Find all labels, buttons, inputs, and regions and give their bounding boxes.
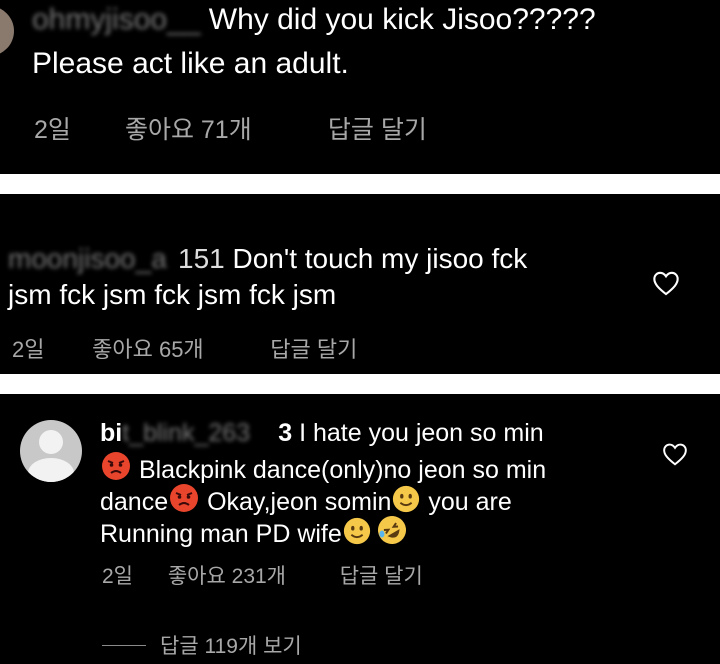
timestamp: 2일 bbox=[34, 116, 71, 144]
comment-3: bit_blink_263 3 I hate you jeon so min Bl… bbox=[0, 394, 720, 664]
avatar[interactable] bbox=[0, 6, 14, 56]
reply-button[interactable]: 답글 달기 bbox=[328, 110, 427, 146]
comment-text: Running man PD wife bbox=[100, 520, 342, 548]
username[interactable]: ohmyjisoo__ bbox=[32, 3, 200, 36]
comment-line-1: ohmyjisoo__ Why did you kick Jisoo????? bbox=[32, 2, 596, 38]
username-hidden[interactable]: moonjisoo_a bbox=[8, 242, 178, 276]
rolling-on-floor-laughing-emoji bbox=[377, 516, 406, 544]
divider bbox=[0, 174, 720, 194]
comment-text: Okay,jeon somin bbox=[200, 488, 392, 516]
comment-line-2: jsm fck jsm fck jsm fck jsm bbox=[8, 279, 337, 310]
likes-count[interactable]: 좋아요 231개 bbox=[168, 560, 334, 590]
comment-text: Why did you kick Jisoo????? bbox=[208, 3, 596, 36]
view-replies[interactable]: 답글 119개 보기 bbox=[102, 630, 302, 660]
timestamp: 2일 bbox=[12, 337, 45, 362]
comment-meta: 2일 좋아요 71개 답글 달기 bbox=[34, 110, 427, 146]
slightly-smiling-face-emoji bbox=[393, 485, 420, 513]
comment-text: I hate you jeon so min bbox=[292, 419, 544, 447]
angry-face-emoji bbox=[170, 484, 199, 512]
replies-divider-line bbox=[102, 644, 146, 646]
heart-icon[interactable] bbox=[652, 270, 680, 296]
comment-2: moonjisoo_a 151 Don't touch my jisoo fck … bbox=[0, 194, 720, 374]
slightly-smiling-face-emoji bbox=[343, 517, 370, 545]
username-start[interactable]: bi bbox=[100, 419, 122, 447]
divider bbox=[0, 374, 720, 394]
comment-meta: 2일 좋아요 65개 답글 달기 bbox=[12, 332, 357, 364]
comment-1: ohmyjisoo__ Why did you kick Jisoo????? … bbox=[0, 0, 720, 174]
username-end[interactable]: 3 bbox=[278, 419, 292, 447]
angry-face-emoji bbox=[102, 452, 130, 480]
comment-line-3: dance Okay,jeon somin you are bbox=[100, 482, 512, 517]
heart-icon[interactable] bbox=[662, 442, 688, 466]
comment-meta: 2일 좋아요 231개 답글 달기 bbox=[102, 560, 423, 590]
comment-line-4: Running man PD wife bbox=[100, 514, 408, 549]
comment-line-2: Please act like an adult. bbox=[32, 47, 349, 80]
username[interactable]: 151 bbox=[178, 243, 225, 274]
reply-button[interactable]: 답글 달기 bbox=[270, 332, 357, 364]
comment-line-2: Blackpink dance(only)no jeon so min bbox=[100, 450, 546, 485]
view-replies-label[interactable]: 답글 119개 보기 bbox=[160, 635, 302, 658]
comment-text: you are bbox=[421, 488, 512, 516]
likes-count[interactable]: 좋아요 71개 bbox=[125, 110, 321, 146]
comment-line-1: bit_blink_263 3 I hate you jeon so min bbox=[100, 418, 544, 448]
username-hidden[interactable]: t_blink_263 bbox=[122, 418, 278, 448]
timestamp: 2일 bbox=[102, 565, 133, 588]
reply-button[interactable]: 답글 달기 bbox=[340, 560, 423, 590]
comment-line-1: moonjisoo_a 151 Don't touch my jisoo fck bbox=[8, 242, 527, 276]
comment-text: dance bbox=[100, 488, 169, 516]
likes-count[interactable]: 좋아요 65개 bbox=[92, 332, 264, 364]
avatar[interactable] bbox=[20, 420, 82, 482]
comment-text: Don't touch my jisoo fck bbox=[224, 243, 528, 274]
comment-text: Blackpink dance(only)no jeon so min bbox=[132, 456, 547, 484]
